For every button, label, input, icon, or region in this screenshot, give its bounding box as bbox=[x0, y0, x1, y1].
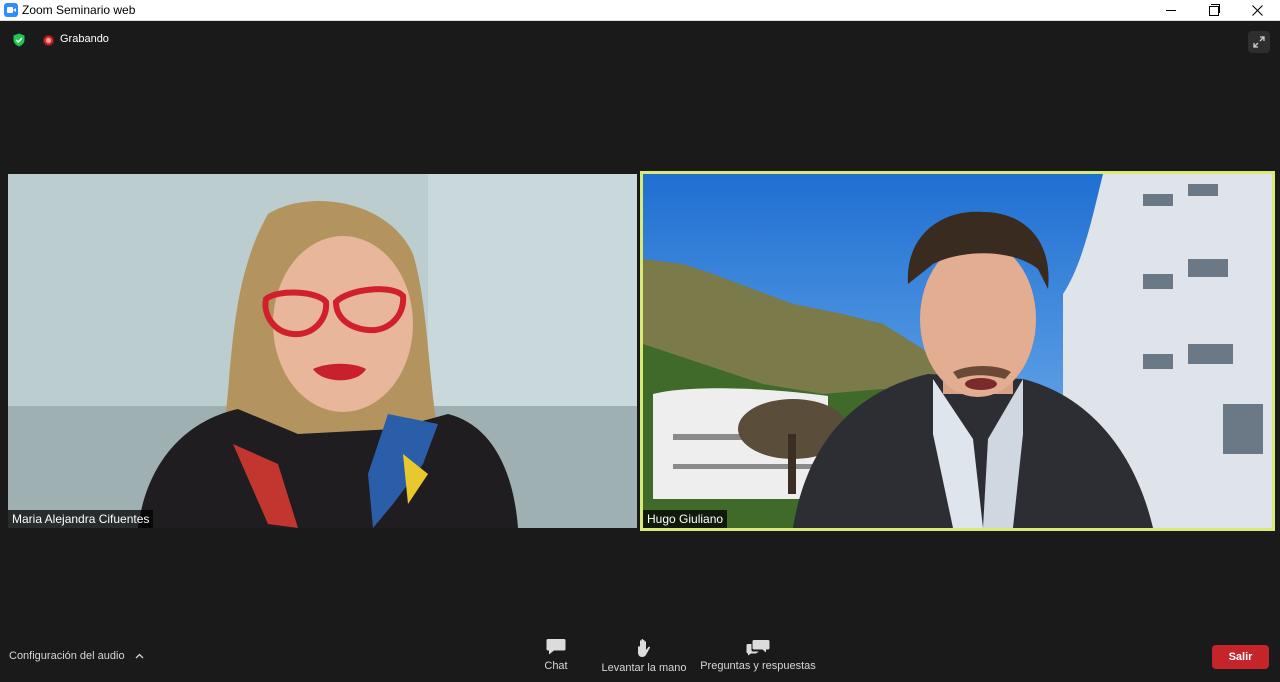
audio-settings-button[interactable]: Configuración del audio bbox=[9, 650, 144, 662]
minimize-button[interactable] bbox=[1148, 0, 1194, 21]
chevron-up-icon[interactable] bbox=[135, 653, 144, 659]
qa-icon bbox=[746, 640, 770, 656]
fullscreen-button[interactable] bbox=[1248, 31, 1270, 53]
leave-button[interactable]: Salir bbox=[1212, 645, 1269, 669]
security-shield-icon[interactable] bbox=[12, 33, 26, 47]
participant-video-feed bbox=[8, 174, 637, 528]
chat-button[interactable]: Chat bbox=[536, 638, 576, 672]
speaker-video-feed bbox=[643, 174, 1272, 528]
close-icon bbox=[1251, 5, 1263, 16]
close-button[interactable] bbox=[1234, 0, 1280, 21]
chat-icon bbox=[546, 639, 566, 655]
chat-label: Chat bbox=[544, 660, 568, 672]
restore-button[interactable] bbox=[1191, 0, 1237, 21]
raise-hand-button[interactable]: Levantar la mano bbox=[598, 638, 690, 674]
audio-settings-label: Configuración del audio bbox=[9, 650, 125, 662]
window-title: Zoom Seminario web bbox=[22, 3, 136, 17]
speaker-name-label: Hugo Giuliano bbox=[643, 510, 728, 528]
raise-hand-icon bbox=[638, 639, 651, 657]
participant-name-label: Maria Alejandra Cifuentes bbox=[8, 510, 154, 528]
raise-hand-label: Levantar la mano bbox=[601, 662, 687, 674]
minimize-icon bbox=[1166, 10, 1176, 11]
restore-icon bbox=[1209, 3, 1220, 16]
qa-button[interactable]: Preguntas y respuestas bbox=[700, 638, 816, 672]
active-speaker-video-tile[interactable]: Hugo Giuliano bbox=[640, 171, 1275, 531]
participant-video-tile[interactable]: Maria Alejandra Cifuentes bbox=[8, 174, 637, 528]
qa-label: Preguntas y respuestas bbox=[700, 660, 816, 672]
window-title-bar: Zoom Seminario web bbox=[0, 0, 1280, 21]
recording-icon bbox=[43, 35, 54, 46]
recording-label: Grabando bbox=[60, 33, 109, 45]
fullscreen-icon bbox=[1253, 36, 1265, 48]
zoom-app-icon bbox=[4, 3, 18, 17]
